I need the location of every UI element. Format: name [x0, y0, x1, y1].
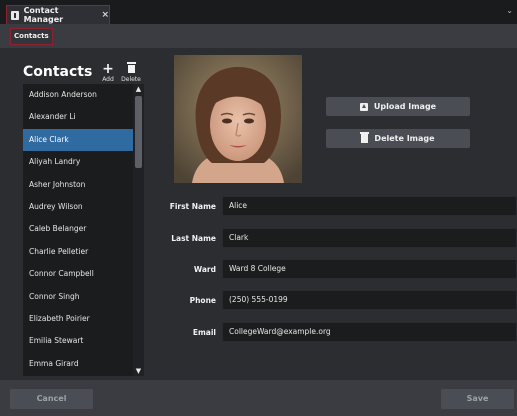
list-item[interactable]: Charlie Pelletier: [23, 241, 133, 263]
plus-icon: +: [102, 61, 114, 77]
tab-contacts[interactable]: Contacts: [10, 28, 53, 45]
list-item[interactable]: Emilia Stewart: [23, 330, 133, 352]
list-item[interactable]: Connor Singh: [23, 286, 133, 308]
list-item[interactable]: Alice Clark: [23, 128, 133, 152]
main-panel: Contacts + Add Delete Addison Anderson Al…: [0, 48, 517, 380]
delete-label: Delete: [121, 76, 141, 83]
window-tabbar: Contact Manager × ⌄: [0, 0, 517, 24]
list-item[interactable]: Caleb Belanger: [23, 218, 133, 240]
scroll-thumb[interactable]: [135, 96, 142, 168]
add-label: Add: [102, 76, 114, 83]
tab-title: Contact Manager: [23, 6, 64, 24]
delete-image-button[interactable]: Delete Image: [326, 129, 470, 148]
footer-bar: Cancel Save: [0, 380, 517, 416]
list-item[interactable]: Aliyah Landry: [23, 151, 133, 173]
delete-image-label: Delete Image: [374, 134, 435, 143]
contact-list-scrollbar[interactable]: ▲ ▼: [133, 84, 144, 376]
page-title: Contacts: [23, 64, 93, 80]
upload-image-button[interactable]: Upload Image: [326, 97, 470, 116]
last-name-field[interactable]: Clark: [222, 228, 517, 248]
list-item[interactable]: Audrey Wilson: [23, 196, 133, 218]
list-item[interactable]: Connor Campbell: [23, 263, 133, 285]
chevron-down-icon[interactable]: ⌄: [506, 6, 513, 15]
contact-photo: [174, 55, 302, 183]
ward-label: Ward: [193, 265, 216, 274]
upload-icon: [359, 102, 368, 111]
phone-field[interactable]: (250) 555-0199: [222, 290, 517, 310]
add-contact-button[interactable]: + Add: [97, 62, 119, 83]
save-button[interactable]: Save: [441, 389, 514, 409]
upload-image-label: Upload Image: [373, 102, 437, 111]
list-item[interactable]: Elizabeth Poirier: [23, 308, 133, 330]
subnav-bar: Contacts: [0, 24, 517, 48]
first-name-label: First Name: [169, 202, 216, 211]
list-item[interactable]: Alexander Li: [23, 106, 133, 128]
trash-icon: [360, 132, 370, 143]
ward-field[interactable]: Ward 8 College: [222, 259, 517, 279]
first-name-field[interactable]: Alice: [222, 196, 517, 216]
scroll-up-icon[interactable]: ▲: [133, 84, 144, 94]
tab-contact-manager[interactable]: Contact Manager ×: [6, 5, 110, 24]
app-icon: [11, 10, 19, 20]
list-item[interactable]: Addison Anderson: [23, 84, 133, 106]
list-item[interactable]: Emma Girard: [23, 353, 133, 375]
close-icon[interactable]: ×: [101, 10, 109, 20]
email-label: Email: [192, 328, 216, 337]
list-item[interactable]: Asher Johnston: [23, 174, 133, 196]
contact-list[interactable]: Addison Anderson Alexander Li Alice Clark A…: [23, 84, 133, 376]
email-field[interactable]: CollegeWard@example.org: [222, 322, 517, 342]
scroll-down-icon[interactable]: ▼: [133, 366, 144, 376]
trash-icon: [120, 62, 142, 76]
delete-contact-button[interactable]: Delete: [120, 62, 142, 83]
last-name-label: Last Name: [171, 234, 216, 243]
cancel-button[interactable]: Cancel: [10, 389, 93, 409]
phone-label: Phone: [189, 296, 216, 305]
